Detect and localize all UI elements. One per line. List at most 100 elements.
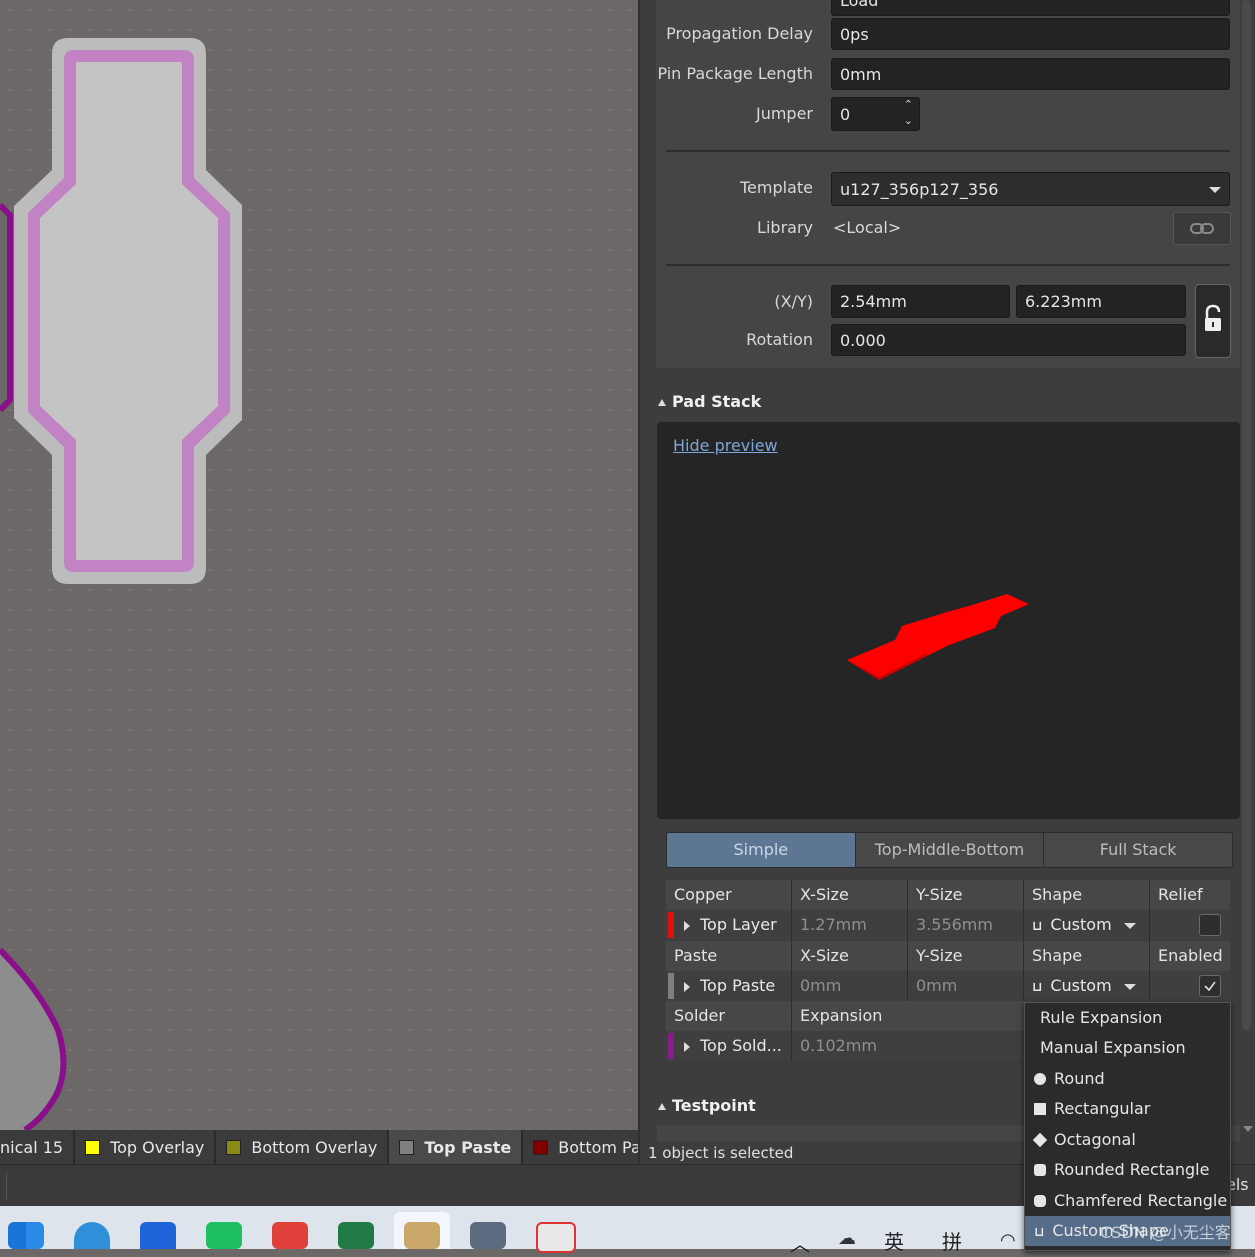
tab-simple[interactable]: Simple: [667, 833, 856, 867]
paste-layer-name: Top Paste: [700, 976, 776, 995]
header-cell: Shape: [1023, 941, 1149, 971]
status-text: 1 object is selected: [648, 1144, 794, 1162]
paste-y-size[interactable]: 0mm: [907, 971, 1023, 1001]
pin-package-length-label: Pin Package Length: [657, 64, 813, 83]
pin-package-length-input[interactable]: 0mm: [831, 58, 1230, 90]
tab-top-middle-bottom[interactable]: Top-Middle-Bottom: [855, 833, 1045, 867]
properties-panel: Load Propagation Delay 0ps Pin Package L…: [638, 0, 1255, 1164]
xy-label: (X/Y): [774, 292, 813, 311]
paste-row[interactable]: Top Paste 0mm 0mm ⊔ Custom: [666, 971, 1230, 1001]
jumper-stepper[interactable]: 0 ⌃ ⌄: [831, 97, 920, 131]
relief-cell: [1149, 910, 1230, 940]
altium-icon[interactable]: [404, 1222, 440, 1249]
solder-expansion[interactable]: 0.102mm: [791, 1031, 907, 1061]
testpoint-header[interactable]: Testpoint: [658, 1096, 756, 1115]
link-button[interactable]: [1173, 212, 1231, 245]
expand-icon[interactable]: [684, 981, 690, 992]
menu-item-manual-expansion[interactable]: Manual Expansion: [1025, 1033, 1230, 1063]
menu-item-rule-expansion[interactable]: Rule Expansion: [1025, 1003, 1230, 1033]
rotation-label: Rotation: [746, 330, 813, 349]
pcb-drawing: [0, 38, 242, 1130]
library-value: <Local>: [833, 218, 902, 237]
start-icon[interactable]: [8, 1222, 44, 1249]
copper-y-size[interactable]: 3.556mm: [907, 910, 1023, 940]
paste-x-size[interactable]: 0mm: [791, 971, 907, 1001]
excel-icon[interactable]: [338, 1222, 374, 1249]
stepper-down-icon[interactable]: ⌄: [904, 104, 913, 138]
edge-icon[interactable]: [74, 1222, 110, 1249]
layer-tabs: nical 15 Top Overlay Bottom Overlay Top …: [0, 1130, 678, 1164]
music-icon[interactable]: [272, 1222, 308, 1249]
propagation-delay-input[interactable]: 0ps: [831, 18, 1230, 50]
calculator-icon[interactable]: [470, 1222, 506, 1249]
testpoint-title: Testpoint: [672, 1096, 756, 1115]
snipping-icon[interactable]: [536, 1222, 576, 1253]
layer-tab-top-overlay[interactable]: Top Overlay: [75, 1130, 217, 1164]
panel-scrollbar[interactable]: [1242, 0, 1251, 1030]
pad-preview: Hide preview: [657, 422, 1240, 819]
scroll-down-icon[interactable]: [1243, 1126, 1253, 1132]
wifi-icon[interactable]: ◠: [1000, 1230, 1016, 1251]
divider: [6, 1173, 7, 1201]
unlock-icon: [1205, 304, 1221, 331]
menu-item-rectangular[interactable]: Rectangular: [1025, 1094, 1230, 1124]
pcb-canvas[interactable]: [0, 0, 638, 1130]
security-icon[interactable]: [140, 1222, 176, 1249]
hide-preview-link[interactable]: Hide preview: [673, 436, 778, 455]
enabled-checkbox[interactable]: [1199, 975, 1221, 997]
tab-full-stack[interactable]: Full Stack: [1044, 833, 1232, 867]
preview-pad-shape: [847, 594, 1029, 680]
layer-tab-mechanical-15[interactable]: nical 15: [0, 1130, 76, 1164]
wechat-icon[interactable]: [206, 1222, 242, 1249]
round-shape-icon: [1034, 1073, 1046, 1085]
menu-item-rounded-rectangle[interactable]: Rounded Rectangle: [1025, 1155, 1230, 1185]
pad-stack-header[interactable]: Pad Stack: [658, 392, 761, 411]
header-cell: Relief: [1149, 880, 1230, 910]
copper-shape-value: Custom: [1050, 915, 1112, 934]
layer-color-swatch: [226, 1139, 242, 1155]
rotation-input[interactable]: 0.000: [831, 324, 1186, 356]
electrical-type-field[interactable]: Load: [831, 0, 1230, 16]
menu-item-octagonal[interactable]: Octagonal: [1025, 1125, 1230, 1155]
chevron-down-icon: [1209, 187, 1221, 193]
menu-item-round[interactable]: Round: [1025, 1064, 1230, 1094]
expand-icon[interactable]: [684, 920, 690, 931]
custom-shape-icon: ⊔: [1032, 919, 1043, 934]
template-select[interactable]: u127_356p127_356: [831, 172, 1230, 206]
paste-shape-select[interactable]: ⊔ Custom: [1023, 971, 1149, 1001]
collapse-icon: [658, 1103, 666, 1110]
copper-row[interactable]: Top Layer 1.27mm 3.556mm ⊔ Custom: [666, 910, 1230, 940]
jumper-label: Jumper: [755, 104, 813, 123]
enabled-cell: [1149, 971, 1230, 1001]
chamfered-rect-shape-icon: [1034, 1195, 1046, 1207]
header-cell: X-Size: [791, 880, 907, 910]
layer-tab-label: Top Overlay: [110, 1137, 205, 1157]
custom-shape-icon: ⊔: [1032, 980, 1043, 995]
x-input[interactable]: 2.54mm: [831, 285, 1010, 318]
octagon-shape-icon: [1032, 1132, 1048, 1148]
tray-chevron-up-icon[interactable]: ︿: [790, 1228, 810, 1257]
header-cell: Expansion: [791, 1001, 1023, 1031]
layer-cell: Top Layer: [672, 910, 791, 940]
y-input[interactable]: 6.223mm: [1016, 285, 1186, 318]
copper-x-size[interactable]: 1.27mm: [791, 910, 907, 940]
relief-checkbox[interactable]: [1199, 914, 1221, 936]
cloud-icon[interactable]: ☁: [838, 1228, 856, 1249]
expand-icon[interactable]: [684, 1041, 690, 1052]
propagation-delay-label: Propagation Delay: [666, 24, 813, 43]
menu-item-chamfered-rectangle[interactable]: Chamfered Rectangle: [1025, 1186, 1230, 1216]
header-cell: Y-Size: [907, 880, 1023, 910]
layer-tab-label: nical 15: [0, 1137, 64, 1157]
ime-pinyin[interactable]: 拼: [942, 1226, 962, 1255]
ime-english[interactable]: 英: [884, 1226, 904, 1255]
check-icon: [1204, 981, 1216, 992]
divider: [666, 150, 1230, 152]
menu-item-label: Rectangular: [1054, 1099, 1151, 1118]
lock-button[interactable]: [1195, 284, 1231, 358]
template-value: u127_356p127_356: [840, 180, 999, 199]
menu-item-label: Octagonal: [1054, 1130, 1136, 1149]
layer-tab-top-paste[interactable]: Top Paste: [389, 1130, 524, 1164]
solder-layer-name: Top Sold...: [700, 1036, 782, 1055]
copper-shape-select[interactable]: ⊔ Custom: [1023, 910, 1149, 940]
layer-tab-bottom-overlay[interactable]: Bottom Overlay: [216, 1130, 390, 1164]
